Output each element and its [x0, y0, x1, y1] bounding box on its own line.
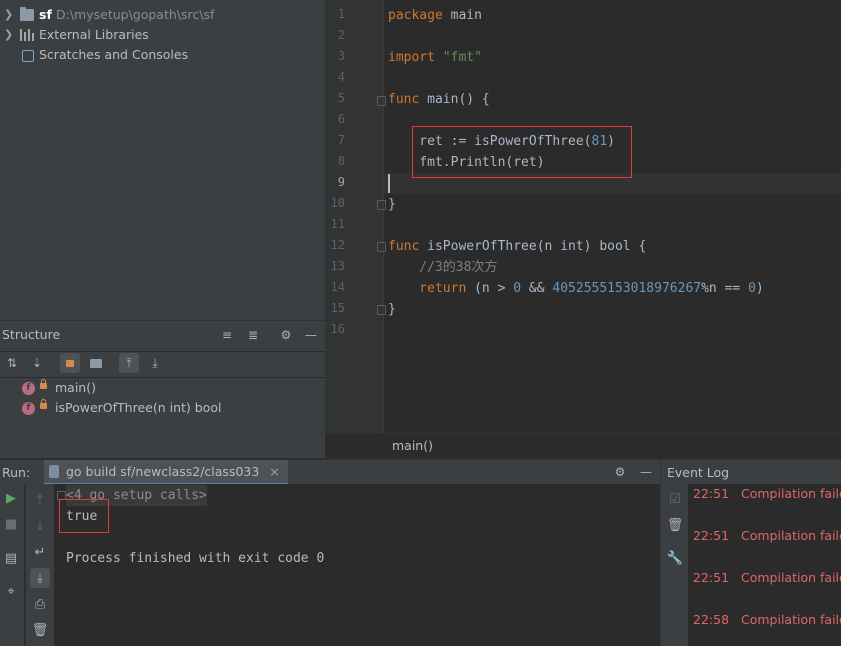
- function-icon: f: [22, 402, 35, 415]
- breadcrumb-item[interactable]: main(): [392, 438, 433, 453]
- go-file-icon: [49, 465, 59, 478]
- print-icon[interactable]: ⎙: [30, 594, 50, 614]
- autoscroll-from-source-icon[interactable]: ⤓: [145, 353, 165, 373]
- run-label: Run:: [2, 465, 31, 480]
- run-header: Run: go build sf/newclass2/class033 × ⚙ …: [0, 459, 660, 485]
- line-number: 3: [337, 49, 345, 63]
- layout-icon[interactable]: ▤: [1, 548, 21, 568]
- event-entry[interactable]: 22:51Compilation failed: [693, 486, 841, 501]
- run-console[interactable]: <4 go setup calls> true Process finished…: [54, 484, 660, 646]
- line-number: 8: [337, 154, 345, 168]
- close-icon[interactable]: ×: [269, 460, 279, 484]
- fold-marker-icon[interactable]: [377, 305, 386, 315]
- line-number: 6: [337, 112, 345, 126]
- library-icon: [20, 29, 34, 41]
- lock-icon: [40, 399, 47, 409]
- structure-item-label: main(): [55, 380, 96, 395]
- line-number: 12: [330, 238, 345, 252]
- chevron-right-icon[interactable]: ❯: [4, 5, 13, 25]
- code-line-12: func isPowerOfThree(n int) bool {: [388, 239, 647, 254]
- tree-item-label: sf: [39, 7, 52, 22]
- line-number: 15: [330, 301, 345, 315]
- line-number: 9: [337, 175, 345, 189]
- structure-item-label: isPowerOfThree(n int) bool: [55, 400, 222, 415]
- tree-item-scratches[interactable]: Scratches and Consoles: [0, 45, 325, 65]
- mark-read-icon[interactable]: ☑: [665, 489, 685, 509]
- editor-breadcrumb[interactable]: main(): [325, 433, 841, 458]
- lock-icon: [40, 379, 47, 389]
- code-line-14: return (n > 0 && 4052555153018976267%n =…: [388, 281, 764, 296]
- fold-marker-icon[interactable]: [377, 96, 386, 106]
- rerun-icon[interactable]: ▶: [1, 488, 21, 508]
- event-log-title: Event Log: [667, 465, 730, 480]
- event-entry[interactable]: 22:51Compilation failed: [693, 528, 841, 543]
- tree-item-label: Scratches and Consoles: [39, 47, 189, 62]
- console-finished-line: Process finished with exit code 0: [66, 551, 325, 566]
- fold-marker-icon[interactable]: [377, 200, 386, 210]
- line-number: 5: [337, 91, 345, 105]
- tree-item-path: D:\mysetup\gopath\src\sf: [56, 7, 215, 22]
- code-editor[interactable]: 1 2 3 4 5 6 7 8 9 10 11 12 13 14 15 16 package main imp…: [325, 0, 841, 433]
- sort-visibility-icon[interactable]: ⇣: [27, 353, 47, 373]
- structure-title: Structure: [2, 327, 61, 342]
- event-log-toolbar: ☑ 🗑 🔧: [660, 484, 689, 646]
- stop-icon[interactable]: ■: [1, 514, 21, 534]
- gear-icon[interactable]: ⚙: [276, 325, 296, 345]
- run-tab[interactable]: go build sf/newclass2/class033 ×: [44, 460, 288, 485]
- minimize-icon[interactable]: —: [301, 325, 321, 345]
- event-log-list: 22:51Compilation failed 22:51Compilation…: [688, 484, 841, 646]
- event-entry[interactable]: 22:58Compilation failed: [693, 612, 841, 627]
- run-tab-label: go build sf/newclass2/class033: [66, 464, 260, 479]
- minimize-icon[interactable]: —: [636, 462, 656, 482]
- code-line-15: }: [388, 302, 396, 317]
- line-number: 10: [330, 196, 345, 210]
- project-tree-panel: ❯ sf D:\mysetup\gopath\src\sf ❯ External…: [0, 0, 325, 320]
- tree-item-label: External Libraries: [39, 27, 149, 42]
- folder-icon: [20, 7, 34, 21]
- event-entry[interactable]: 22:51Compilation failed: [693, 570, 841, 585]
- line-number: 11: [330, 217, 345, 231]
- event-log-header: Event Log: [660, 459, 841, 485]
- autoscroll-to-source-icon[interactable]: ⤒: [119, 353, 139, 373]
- line-number: 7: [337, 133, 345, 147]
- fold-marker-icon[interactable]: [377, 242, 386, 252]
- run-toolbar-primary: ▶ ■ ▤ ⌖: [0, 484, 24, 646]
- pin-icon[interactable]: ⌖: [1, 581, 21, 601]
- tree-item-external-libraries[interactable]: ❯ External Libraries: [0, 25, 325, 45]
- line-number: 2: [337, 28, 345, 42]
- trash-icon[interactable]: 🗑: [665, 515, 685, 535]
- function-icon: f: [22, 382, 35, 395]
- soft-wrap-icon[interactable]: ↵: [30, 542, 50, 562]
- line-number: 13: [330, 259, 345, 273]
- gear-icon[interactable]: ⚙: [610, 462, 630, 482]
- code-line-5: func main() {: [388, 92, 490, 107]
- expand-all-icon[interactable]: ≡: [217, 325, 237, 345]
- folder-icon[interactable]: [86, 353, 106, 373]
- show-private-icon[interactable]: [60, 353, 80, 373]
- code-line-1: package main: [388, 8, 482, 23]
- down-arrow-icon[interactable]: ↓: [30, 516, 50, 536]
- chevron-right-icon[interactable]: ❯: [4, 25, 13, 45]
- sort-alpha-icon[interactable]: ⇅: [2, 353, 22, 373]
- trash-icon[interactable]: 🗑: [30, 620, 50, 640]
- highlight-box: [59, 499, 109, 533]
- code-line-3: import "fmt": [388, 50, 482, 65]
- line-number: 14: [330, 280, 345, 294]
- up-arrow-icon[interactable]: ↑: [30, 490, 50, 510]
- line-number: 16: [330, 322, 345, 336]
- text-caret: [388, 174, 390, 193]
- wrench-icon[interactable]: 🔧: [665, 548, 685, 568]
- tree-item-sf[interactable]: ❯ sf D:\mysetup\gopath\src\sf: [0, 5, 325, 25]
- collapse-all-icon[interactable]: ≣: [243, 325, 263, 345]
- code-line-13: //3的38次方: [388, 260, 498, 275]
- code-line-10: }: [388, 197, 396, 212]
- line-number: 1: [337, 7, 345, 21]
- scratches-icon: [22, 50, 34, 62]
- scroll-to-end-icon[interactable]: ⤓: [30, 568, 50, 588]
- highlight-box: [412, 126, 632, 178]
- structure-panel: Structure ≡ ≣ ⚙ — ⇅ ⇣ ⤒ ⤓ f main() f isP…: [0, 320, 325, 458]
- line-number: 4: [337, 70, 345, 84]
- run-toolbar-secondary: ↑ ↓ ↵ ⤓ ⎙ 🗑: [25, 484, 55, 646]
